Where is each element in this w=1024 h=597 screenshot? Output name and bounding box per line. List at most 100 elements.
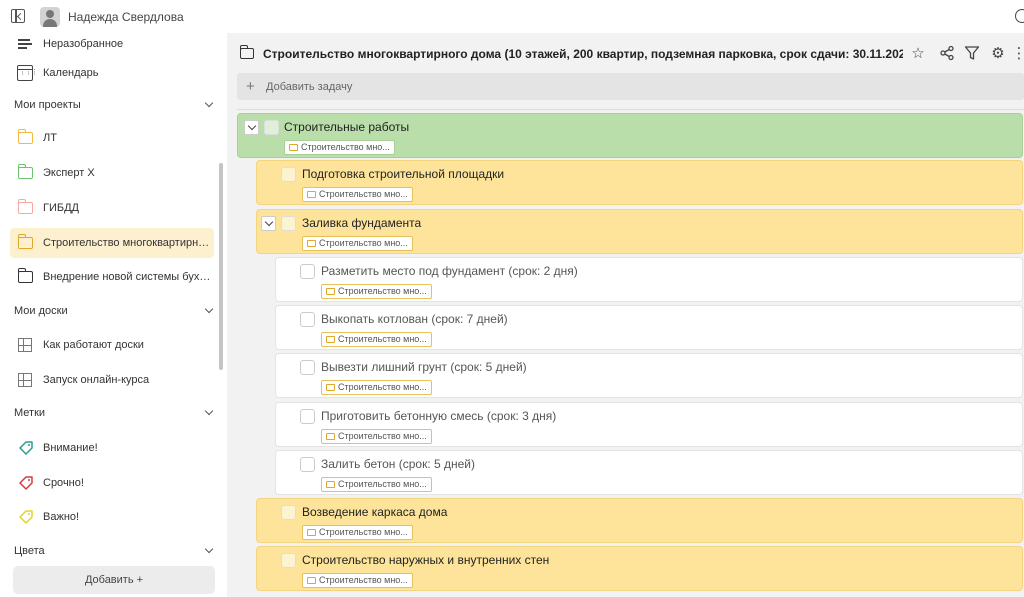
task-row[interactable]: Заливка фундамента Строительство мно... bbox=[256, 209, 1023, 254]
add-button[interactable]: Добавить + bbox=[13, 566, 215, 594]
section-my-projects[interactable]: Мои проекты bbox=[14, 95, 214, 115]
sidebar-board-launch[interactable]: Запуск онлайн-курса bbox=[10, 365, 214, 395]
task-row[interactable]: Возведение каркаса дома Строительство мн… bbox=[256, 498, 1023, 543]
project-chip[interactable]: Строительство мно... bbox=[302, 236, 413, 251]
task-checkbox[interactable] bbox=[264, 120, 279, 135]
sidebar-board-how[interactable]: Как работают доски bbox=[10, 330, 214, 360]
task-checkbox[interactable] bbox=[300, 264, 315, 279]
task-checkbox[interactable] bbox=[300, 360, 315, 375]
tag-icon bbox=[19, 441, 33, 455]
folder-icon bbox=[17, 199, 33, 214]
star-icon[interactable]: ☆ bbox=[909, 44, 927, 62]
chevron-down-icon[interactable] bbox=[204, 544, 214, 554]
folder-icon bbox=[17, 234, 33, 249]
task-row[interactable]: Приготовить бетонную смесь (срок: 3 дня)… bbox=[275, 402, 1023, 447]
folder-icon bbox=[17, 164, 33, 179]
project-chip[interactable]: Строительство мно... bbox=[321, 477, 432, 492]
task-title: Строительство наружных и внутренних стен bbox=[302, 553, 550, 567]
user-name[interactable]: Надежда Свердлова bbox=[68, 10, 184, 24]
project-chip[interactable]: Строительство мно... bbox=[321, 380, 432, 395]
sidebar-project-construction[interactable]: Строительство многоквартирного дома bbox=[10, 228, 214, 258]
folder-icon bbox=[326, 433, 335, 440]
sidebar-project-accounting[interactable]: Внедрение новой системы бухгалтерского у… bbox=[10, 262, 214, 292]
project-chip[interactable]: Строительство мно... bbox=[321, 429, 432, 444]
chip-label: Строительство мно... bbox=[319, 189, 408, 199]
folder-icon bbox=[17, 268, 33, 283]
project-chip[interactable]: Строительство мно... bbox=[321, 284, 432, 299]
avatar[interactable] bbox=[40, 7, 60, 27]
sidebar-tag-important[interactable]: Важно! bbox=[10, 502, 214, 532]
task-title: Выкопать котлован (срок: 7 дней) bbox=[321, 312, 508, 326]
section-my-boards[interactable]: Мои доски bbox=[14, 301, 214, 321]
sidebar-tag-attention[interactable]: Внимание! bbox=[10, 433, 214, 463]
search-icon[interactable] bbox=[1015, 9, 1024, 23]
sidebar-item-label: Календарь bbox=[43, 67, 99, 79]
project-chip[interactable]: Строительство мно... bbox=[302, 525, 413, 540]
chip-label: Строительство мно... bbox=[338, 334, 427, 344]
sidebar-item-inbox[interactable]: Неразобранное bbox=[10, 33, 214, 57]
task-title: Залить бетон (срок: 5 дней) bbox=[321, 457, 475, 471]
folder-icon bbox=[17, 129, 33, 144]
task-checkbox[interactable] bbox=[300, 457, 315, 472]
gear-icon[interactable]: ⚙ bbox=[989, 44, 1007, 62]
task-row[interactable]: Подготовка строительной площадки Строите… bbox=[256, 160, 1023, 205]
collapse-sidebar-icon[interactable] bbox=[11, 9, 25, 23]
task-row[interactable]: Выкопать котлован (срок: 7 дней) Строите… bbox=[275, 305, 1023, 350]
folder-icon bbox=[307, 529, 316, 536]
sidebar-item-label: Эксперт Х bbox=[43, 167, 95, 179]
page-title: Строительство многоквартирного дома (10 … bbox=[263, 47, 903, 61]
section-tags[interactable]: Метки bbox=[14, 403, 214, 423]
task-title: Разметить место под фундамент (срок: 2 д… bbox=[321, 264, 578, 278]
task-checkbox[interactable] bbox=[281, 167, 296, 182]
more-icon[interactable]: ⋮ bbox=[1012, 44, 1024, 62]
task-row[interactable]: Вывезти лишний грунт (срок: 5 дней) Стро… bbox=[275, 353, 1023, 398]
sidebar-tag-urgent[interactable]: Срочно! bbox=[10, 468, 214, 498]
task-row[interactable]: Строительство наружных и внутренних стен… bbox=[256, 546, 1023, 591]
folder-icon bbox=[326, 336, 335, 343]
folder-icon bbox=[326, 384, 335, 391]
folder-icon bbox=[289, 144, 298, 151]
chevron-down-icon[interactable] bbox=[204, 406, 214, 416]
folder-icon bbox=[326, 288, 335, 295]
calendar-icon bbox=[17, 65, 37, 81]
task-row[interactable]: Строительные работы Строительство мно... bbox=[237, 113, 1023, 158]
project-chip[interactable]: Строительство мно... bbox=[302, 573, 413, 588]
share-icon[interactable] bbox=[938, 44, 956, 62]
sidebar-item-label: Неразобранное bbox=[43, 38, 124, 50]
project-chip[interactable]: Строительство мно... bbox=[302, 187, 413, 202]
sidebar-item-label: Строительство многоквартирного дома bbox=[43, 237, 211, 249]
sidebar-project-gibdd[interactable]: ГИБДД bbox=[10, 193, 214, 223]
task-title: Приготовить бетонную смесь (срок: 3 дня) bbox=[321, 409, 557, 423]
chevron-down-icon[interactable] bbox=[261, 216, 276, 231]
task-checkbox[interactable] bbox=[281, 505, 296, 520]
chevron-down-icon[interactable] bbox=[204, 304, 214, 314]
sidebar-item-label: Важно! bbox=[43, 511, 80, 523]
sidebar-item-label: Запуск онлайн-курса bbox=[43, 374, 150, 386]
chip-label: Строительство мно... bbox=[319, 575, 408, 585]
filter-icon[interactable] bbox=[963, 44, 981, 62]
task-checkbox[interactable] bbox=[300, 312, 315, 327]
project-chip[interactable]: Строительство мно... bbox=[284, 140, 395, 155]
sidebar-scrollbar[interactable] bbox=[219, 163, 223, 370]
task-checkbox[interactable] bbox=[300, 409, 315, 424]
task-row[interactable]: Разметить место под фундамент (срок: 2 д… bbox=[275, 257, 1023, 302]
sidebar-item-calendar[interactable]: Календарь bbox=[10, 61, 214, 85]
task-checkbox[interactable] bbox=[281, 216, 296, 231]
chip-label: Строительство мно... bbox=[338, 479, 427, 489]
plus-icon: + bbox=[246, 78, 255, 95]
sidebar-project-lt[interactable]: ЛТ bbox=[10, 123, 214, 153]
chevron-down-icon[interactable] bbox=[244, 120, 259, 135]
chevron-down-icon[interactable] bbox=[204, 98, 214, 108]
add-task-input[interactable]: + Добавить задачу bbox=[237, 73, 1024, 100]
folder-icon bbox=[307, 577, 316, 584]
task-row[interactable]: Залить бетон (срок: 5 дней) Строительств… bbox=[275, 450, 1023, 495]
project-chip[interactable]: Строительство мно... bbox=[321, 332, 432, 347]
sidebar-item-label: ГИБДД bbox=[43, 202, 79, 214]
sidebar-item-label: Как работают доски bbox=[43, 339, 144, 351]
chip-label: Строительство мно... bbox=[301, 142, 390, 152]
chip-label: Строительство мно... bbox=[338, 382, 427, 392]
chip-label: Строительство мно... bbox=[319, 238, 408, 248]
section-colors[interactable]: Цвета bbox=[14, 541, 214, 561]
sidebar-project-expert[interactable]: Эксперт Х bbox=[10, 158, 214, 188]
task-checkbox[interactable] bbox=[281, 553, 296, 568]
